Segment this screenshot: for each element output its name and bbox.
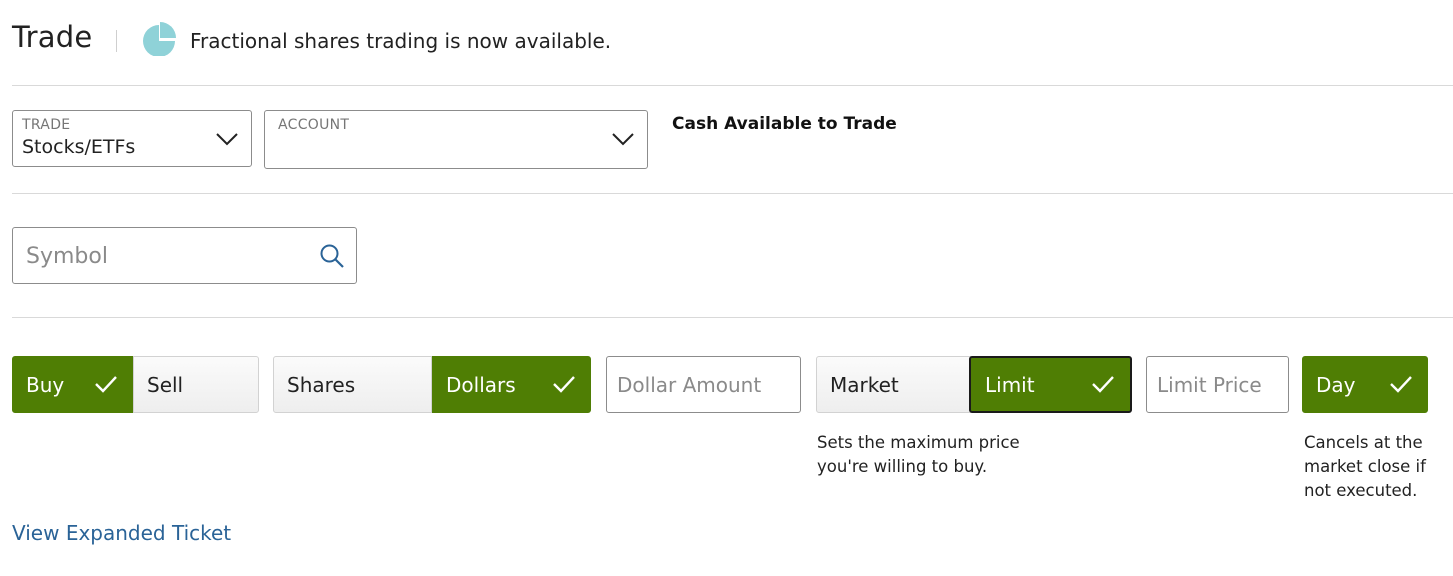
time-in-force-help-text: Cancels at the market close if not execu… (1304, 433, 1426, 500)
checkmark-icon (95, 376, 117, 393)
sell-button[interactable]: Sell (133, 356, 259, 413)
divider (12, 85, 1453, 86)
symbol-input[interactable] (13, 228, 318, 285)
market-label: Market (830, 372, 899, 397)
trade-dropdown-label: TRADE (22, 117, 71, 133)
announcement-text: Fractional shares trading is now availab… (190, 29, 612, 53)
buy-label: Buy (26, 372, 65, 397)
pie-chart-icon (143, 22, 176, 56)
limit-price-field (1146, 356, 1289, 413)
shares-label: Shares (287, 372, 356, 397)
dollar-amount-field (606, 356, 801, 413)
symbol-search-box (12, 227, 357, 285)
cash-available-label: Cash Available to Trade (672, 114, 897, 134)
sell-label: Sell (147, 372, 184, 397)
page-title: Trade (12, 20, 93, 54)
buy-button[interactable]: Buy (12, 356, 133, 413)
view-expanded-ticket-link[interactable]: View Expanded Ticket (12, 521, 231, 545)
dollars-label: Dollars (446, 372, 516, 397)
shares-button[interactable]: Shares (273, 356, 432, 413)
limit-label: Limit (985, 372, 1035, 397)
checkmark-icon (1390, 376, 1412, 393)
divider (12, 317, 1453, 318)
checkmark-icon (1092, 376, 1114, 393)
checkmark-icon (553, 376, 575, 393)
market-button[interactable]: Market (816, 356, 971, 413)
chevron-down-icon (216, 133, 238, 146)
limit-price-input[interactable] (1147, 357, 1288, 412)
header-divider (116, 30, 117, 52)
day-button[interactable]: Day (1302, 356, 1428, 413)
account-dropdown[interactable]: ACCOUNT (264, 110, 648, 169)
account-dropdown-label: ACCOUNT (278, 117, 350, 133)
trade-dropdown-value: Stocks/ETFs (22, 136, 136, 158)
divider (12, 193, 1453, 194)
dollar-amount-input[interactable] (607, 357, 800, 412)
chevron-down-icon (612, 133, 634, 146)
order-type-help-text: Sets the maximum price you're willing to… (817, 433, 1020, 476)
trade-type-dropdown[interactable]: TRADE Stocks/ETFs (12, 110, 252, 167)
search-icon[interactable] (318, 242, 346, 270)
limit-button[interactable]: Limit (969, 356, 1132, 413)
day-label: Day (1316, 372, 1356, 397)
dollars-button[interactable]: Dollars (432, 356, 591, 413)
